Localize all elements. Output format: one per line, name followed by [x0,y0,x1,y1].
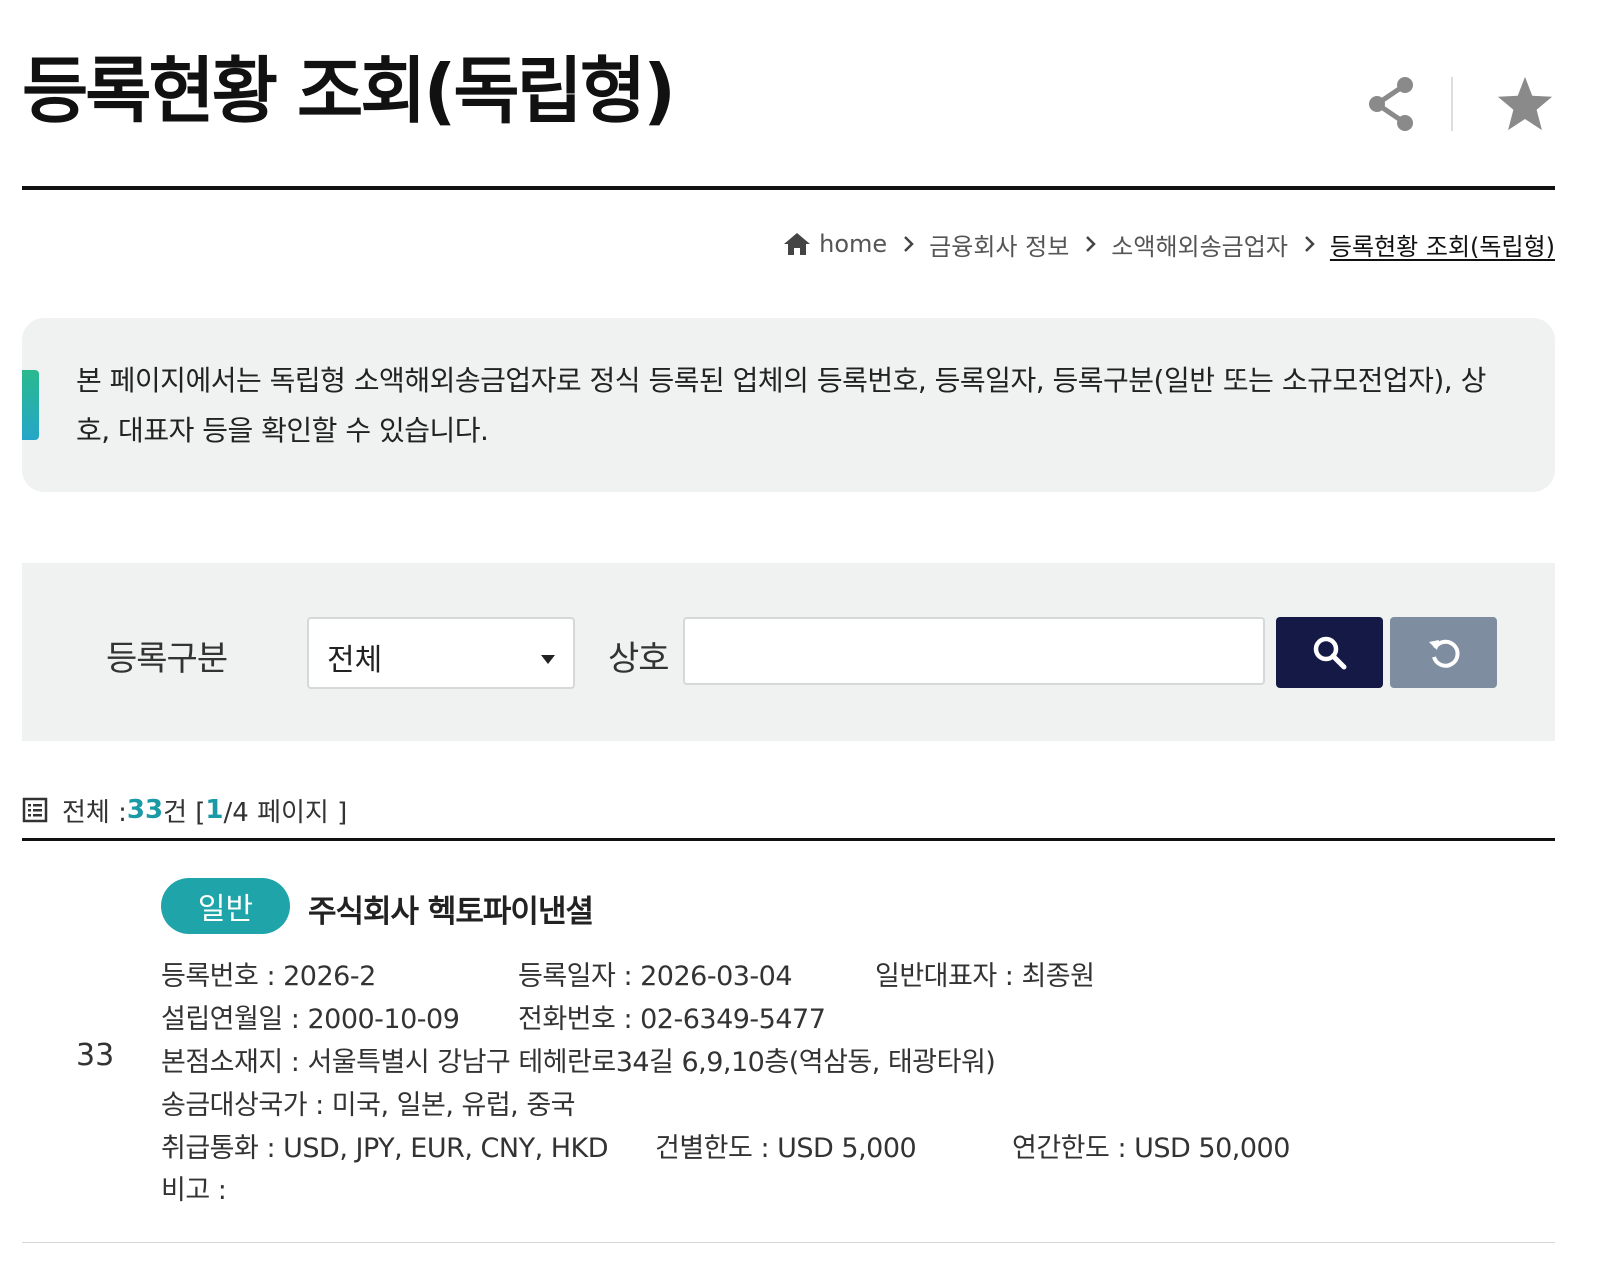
title-tools [1361,72,1555,136]
list-top-border [22,838,1555,841]
breadcrumb: home 금융회사 정보 소액해외송금업자 등록현황 조회(독립형) [783,226,1555,262]
name-input[interactable] [683,617,1265,685]
count-total: 33 [126,795,164,825]
chevron-right-icon [1304,235,1316,253]
annual-limit: 연간한도 : USD 50,000 [1012,1133,1290,1164]
representative: 일반대표자 : 최종원 [875,961,1095,992]
breadcrumb-home-label: home [819,230,888,258]
company-name[interactable]: 주식회사 헥토파이낸셜 [308,886,594,931]
star-icon [1497,76,1553,131]
page-title: 등록현황 조회(독립형) [22,49,676,133]
head-office-address: 본점소재지 : 서울특별시 강남구 테헤란로34길 6,9,10층(역삼동, 태… [161,1047,996,1078]
chevron-right-icon [903,235,915,253]
refresh-icon [1428,639,1460,668]
target-countries: 송금대상국가 : 미국, 일본, 유럽, 중국 [161,1090,576,1121]
per-transaction-limit: 건별한도 : USD 5,000 [655,1133,917,1164]
result-count: 전체 : 33 건 [ 1 /4 페이지 ] [22,790,347,830]
record-number: 33 [76,1038,115,1073]
currencies: 취급통화 : USD, JPY, EUR, CNY, HKD [161,1133,609,1164]
info-text: 본 페이지에서는 독립형 소액해외송금업자로 정식 등록된 업체의 등록번호, … [76,364,1486,447]
remarks: 비고 : [161,1175,227,1206]
share-icon [1369,77,1413,131]
founded-date: 설립연월일 : 2000-10-09 [161,1004,460,1035]
chevron-right-icon [1085,235,1097,253]
home-icon [784,233,811,255]
name-label: 상호 [608,639,670,679]
breadcrumb-remittance[interactable]: 소액해외송금업자 [1111,227,1288,262]
current-page: 1 [205,795,224,825]
status-badge: 일반 [161,878,290,934]
registration-number: 등록번호 : 2026-2 [161,961,376,992]
reset-button[interactable] [1390,617,1497,688]
search-icon [1313,636,1346,669]
favorite-button[interactable] [1495,74,1555,134]
category-label: 등록구분 [106,639,228,679]
count-unit: 건 [ [163,797,206,828]
page-container: 등록현황 조회(독립형) home 금융회사 정보 소액해외송금업자 등록현황 … [22,0,1555,1243]
registration-date: 등록일자 : 2026-03-04 [518,961,793,992]
search-button[interactable] [1276,617,1383,688]
list-item: 33 일반 주식회사 헥토파이낸셜 등록번호 : 2026-2 등록일자 : 2… [22,842,1555,1243]
breadcrumb-financial-info[interactable]: 금융회사 정보 [929,227,1069,262]
info-accent-bar [22,370,39,440]
category-select-value: 전체 [327,643,383,678]
phone-number: 전화번호 : 02-6349-5477 [518,1004,826,1035]
info-box: 본 페이지에서는 독립형 소액해외송금업자로 정식 등록된 업체의 등록번호, … [22,318,1555,492]
breadcrumb-home[interactable]: home [783,230,887,258]
title-row: 등록현황 조회(독립형) [22,0,1555,190]
list-icon [22,797,48,823]
tool-divider [1451,77,1453,131]
caret-down-icon [541,649,555,668]
page-suffix: /4 페이지 ] [223,797,348,828]
category-select[interactable]: 전체 [307,617,575,689]
count-prefix: 전체 : [62,797,127,828]
breadcrumb-current[interactable]: 등록현황 조회(독립형) [1330,227,1555,262]
share-button[interactable] [1361,74,1421,134]
search-panel: 등록구분 전체 상호 [22,563,1555,741]
